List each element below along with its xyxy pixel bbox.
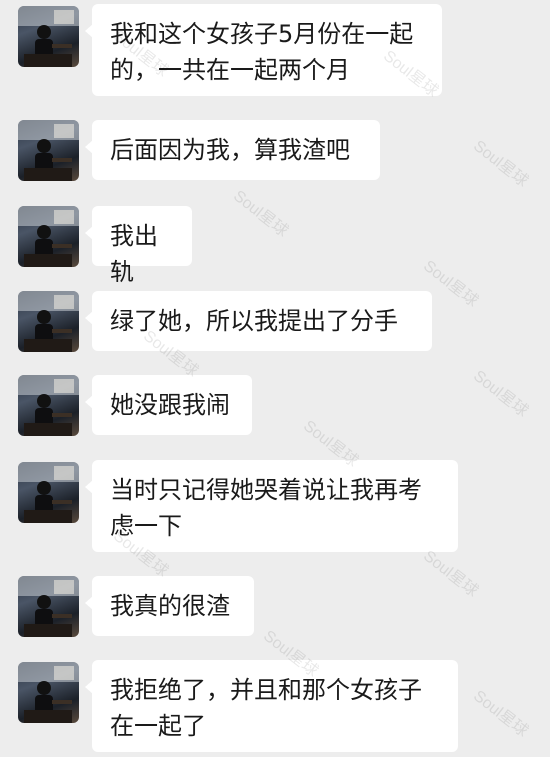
avatar-photo-icon — [18, 375, 79, 436]
message-bubble[interactable]: 我和这个女孩子5月份在一起 的，一共在一起两个月 — [85, 4, 442, 96]
message-text-line: 我拒绝了，并且和那个女孩子 — [110, 676, 422, 704]
avatar-photo-icon — [18, 576, 79, 637]
avatar-photo-icon — [18, 662, 79, 723]
sender-avatar[interactable] — [18, 576, 79, 637]
chat-conversation: 我和这个女孩子5月份在一起 的，一共在一起两个月 后面因为我，算我渣吧 我出轨 … — [0, 0, 550, 757]
avatar-photo-icon — [18, 120, 79, 181]
sender-avatar[interactable] — [18, 6, 79, 67]
message-text-line: 虑一下 — [110, 512, 182, 540]
message-text-line: 在一起了 — [110, 712, 206, 740]
sender-avatar[interactable] — [18, 662, 79, 723]
message-text-line: 绿了她，所以我提出了分手 — [110, 307, 398, 335]
sender-avatar[interactable] — [18, 291, 79, 352]
avatar-photo-icon — [18, 206, 79, 267]
message-bubble[interactable]: 后面因为我，算我渣吧 — [85, 120, 380, 180]
avatar-photo-icon — [18, 6, 79, 67]
message-bubble[interactable]: 绿了她，所以我提出了分手 — [85, 291, 432, 351]
message-bubble[interactable]: 我出轨 — [85, 206, 192, 286]
message-text-line: 的，一共在一起两个月 — [110, 56, 350, 84]
message-bubble[interactable]: 我真的很渣 — [85, 576, 254, 636]
message-text-line: 我和这个女孩子5月份在一起 — [110, 20, 414, 48]
avatar-photo-icon — [18, 291, 79, 352]
sender-avatar[interactable] — [18, 462, 79, 523]
message-bubble[interactable]: 当时只记得她哭着说让我再考 虑一下 — [85, 460, 458, 552]
sender-avatar[interactable] — [18, 206, 79, 267]
message-text-line: 我真的很渣 — [110, 592, 230, 620]
sender-avatar[interactable] — [18, 120, 79, 181]
message-bubble[interactable]: 她没跟我闹 — [85, 375, 252, 435]
message-text-line: 她没跟我闹 — [110, 391, 230, 419]
avatar-photo-icon — [18, 462, 79, 523]
message-text-line: 当时只记得她哭着说让我再考 — [110, 476, 422, 504]
message-text-line: 我出轨 — [110, 222, 158, 286]
sender-avatar[interactable] — [18, 375, 79, 436]
message-bubble[interactable]: 我拒绝了，并且和那个女孩子 在一起了 — [85, 660, 458, 752]
message-text-line: 后面因为我，算我渣吧 — [110, 136, 350, 164]
